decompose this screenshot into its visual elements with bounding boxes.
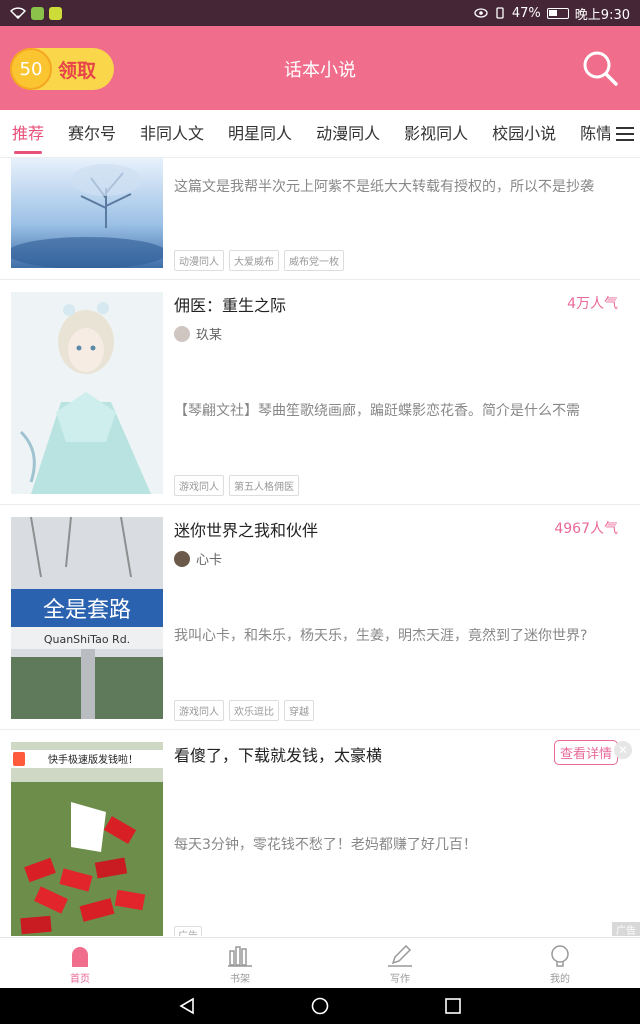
tag[interactable]: 游戏同人 — [174, 700, 224, 721]
tab-anime-fanfic[interactable]: 动漫同人 — [304, 110, 392, 157]
book-title[interactable]: 迷你世界之我和伙伴 — [174, 517, 318, 541]
book-card[interactable]: 全是套路 QuanShiTao Rd. 迷你世界之我和伙伴 4967人气 心卡 … — [0, 505, 640, 730]
app-notification-icon — [31, 6, 44, 20]
back-icon[interactable] — [178, 997, 196, 1015]
book-card[interactable]: 佣医：重生之际 4万人气 玖某 【琴翩文社】琴曲笙歌绕画廊，蹁跹蝶影恋花香。简介… — [0, 280, 640, 505]
ad-title[interactable]: 看傻了，下载就发钱，太豪横 — [174, 742, 382, 766]
nav-label: 书架 — [230, 974, 250, 985]
view-details-button[interactable]: 查看详情 — [553, 740, 618, 765]
author-name: 玖某 — [196, 328, 223, 343]
book-list: 这篇文是我帮半次元上阿紫不是纸大大转载有授权的，所以不是抄袭 动漫同人 大爱威布… — [0, 158, 640, 936]
bottom-nav: 首页 书架 写作 我的 — [0, 937, 640, 988]
tab-recommended[interactable]: 推荐 — [0, 110, 56, 157]
ad-cover-banner: 快手极速版发钱啦！ — [48, 753, 138, 766]
vibrate-icon — [496, 7, 504, 19]
popularity-count: 4967人气 — [554, 521, 618, 537]
status-left — [10, 6, 62, 20]
app-title: 话本小说 — [284, 60, 356, 81]
tag[interactable]: 大爱威布 — [229, 250, 279, 271]
status-right: 47% 晚上9:30 — [474, 4, 630, 23]
ad-description: 每天3分钟，零花钱不愁了！老妈都赚了好几百！ — [174, 837, 477, 853]
nav-bookshelf[interactable]: 书架 — [160, 938, 320, 988]
tag[interactable]: 穿越 — [284, 700, 314, 721]
book-title[interactable]: 佣医：重生之际 — [174, 292, 286, 316]
status-bar: 47% 晚上9:30 — [0, 0, 640, 26]
battery-icon — [546, 7, 569, 19]
book-cover — [11, 292, 163, 494]
app-header: 50 领取 话本小说 — [0, 26, 640, 110]
home-icon — [72, 947, 88, 967]
avatar — [174, 550, 190, 567]
nav-label: 我的 — [550, 974, 570, 985]
cover-sign-text: 全是套路 — [43, 598, 131, 623]
cover-sign-subtext: QuanShiTao Rd. — [44, 633, 130, 646]
tag[interactable]: 威布党一枚 — [284, 250, 344, 271]
nav-label: 首页 — [70, 974, 90, 985]
tag-row: 动漫同人 大爱威布 威布党一枚 — [174, 250, 344, 271]
avatar — [174, 325, 190, 342]
app-notification-icon — [49, 6, 62, 20]
tab-menu-icon[interactable] — [610, 110, 640, 157]
book-description: 这篇文是我帮半次元上阿紫不是纸大大转载有授权的，所以不是抄袭 — [174, 179, 594, 195]
nav-home[interactable]: 首页 — [0, 938, 160, 988]
ad-label: 广告 — [174, 926, 202, 936]
home-circle-icon[interactable] — [311, 997, 329, 1015]
nav-label: 写作 — [390, 974, 410, 985]
bookshelf-icon — [228, 946, 252, 967]
search-icon[interactable] — [580, 48, 620, 88]
nav-write[interactable]: 写作 — [320, 938, 480, 988]
recents-icon[interactable] — [444, 997, 462, 1015]
profile-icon — [551, 945, 569, 967]
book-author[interactable]: 玖某 — [174, 324, 222, 343]
category-tabs: 推荐 赛尔号 非同人文 明星同人 动漫同人 影视同人 校园小说 陈情 — [0, 110, 640, 158]
tag-row: 游戏同人 第五人格佣医 — [174, 475, 299, 496]
system-nav — [0, 988, 640, 1024]
ad-cover: 快手极速版发钱啦！ — [11, 742, 163, 936]
wifi-icon — [10, 7, 26, 19]
tag[interactable]: 动漫同人 — [174, 250, 224, 271]
ad-corner-label: 广告 — [612, 922, 640, 936]
tag[interactable]: 第五人格佣医 — [229, 475, 299, 496]
tag[interactable]: 游戏同人 — [174, 475, 224, 496]
close-icon[interactable]: ✕ — [614, 741, 632, 759]
book-cover — [11, 158, 163, 268]
book-cover: 全是套路 QuanShiTao Rd. — [11, 517, 163, 719]
book-description: 【琴翩文社】琴曲笙歌绕画廊，蹁跹蝶影恋花香。简介是什么不需 — [174, 403, 580, 419]
tab-non-fanfic[interactable]: 非同人文 — [128, 110, 216, 157]
popularity-count: 4万人气 — [567, 296, 618, 312]
book-description: 我叫心卡，和朱乐，杨天乐，生姜，明杰天涯，竟然到了迷你世界? — [174, 628, 588, 644]
ad-card[interactable]: 快手极速版发钱啦！ 看傻了，下载就发钱，太豪横 查看详情 ✕ 每天3分钟，零花钱… — [0, 730, 640, 936]
battery-percent: 47% — [511, 5, 541, 21]
eye-icon — [474, 8, 488, 18]
tag-row: 游戏同人 欢乐逗比 穿越 — [174, 700, 314, 721]
nav-profile[interactable]: 我的 — [480, 938, 640, 988]
book-author[interactable]: 心卡 — [174, 549, 222, 568]
clock: 晚上9:30 — [574, 7, 630, 23]
tag[interactable]: 欢乐逗比 — [229, 700, 279, 721]
tab-campus[interactable]: 校园小说 — [480, 110, 568, 157]
pen-icon — [388, 945, 412, 967]
book-card[interactable]: 这篇文是我帮半次元上阿紫不是纸大大转载有授权的，所以不是抄袭 动漫同人 大爱威布… — [0, 158, 640, 280]
author-name: 心卡 — [196, 553, 223, 568]
tab-seer[interactable]: 赛尔号 — [56, 110, 128, 157]
tab-tv-fanfic[interactable]: 影视同人 — [392, 110, 480, 157]
tab-celebrity-fanfic[interactable]: 明星同人 — [216, 110, 304, 157]
